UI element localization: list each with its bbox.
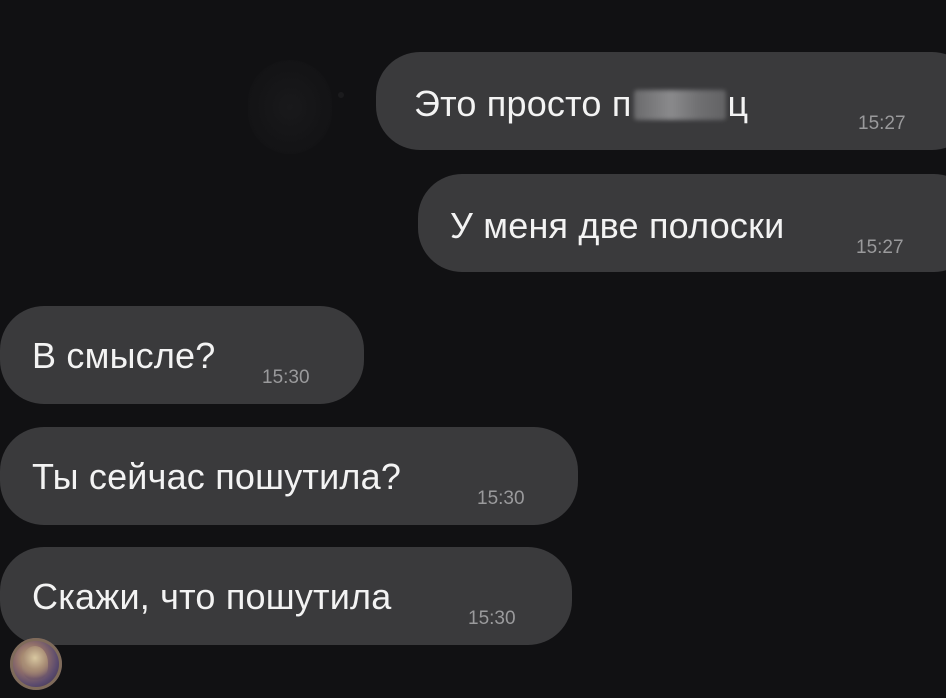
message-incoming[interactable]: В смысле? 15:30 xyxy=(0,306,364,404)
message-text: У меня две полоски xyxy=(450,205,785,246)
message-incoming[interactable]: Скажи, что пошутила 15:30 xyxy=(0,547,572,645)
message-incoming[interactable]: Ты сейчас пошутила? 15:30 xyxy=(0,427,578,525)
message-text: Скажи, что пошутила xyxy=(32,576,392,617)
message-time: 15:30 xyxy=(262,367,310,388)
message-text: Это просто пц xyxy=(414,83,749,124)
message-time: 15:27 xyxy=(858,113,906,134)
message-time: 15:27 xyxy=(856,237,904,258)
avatar xyxy=(248,60,332,154)
message-time: 15:30 xyxy=(477,488,525,509)
status-dot xyxy=(338,92,344,98)
message-time: 15:30 xyxy=(468,608,516,629)
message-outgoing[interactable]: У меня две полоски 15:27 xyxy=(418,174,946,272)
watermark-logo-icon xyxy=(10,638,62,690)
redaction-blur xyxy=(633,90,726,120)
message-text: Ты сейчас пошутила? xyxy=(32,456,402,497)
chat-thread: Это просто пц 15:27 У меня две полоски 1… xyxy=(0,0,946,698)
message-text: В смысле? xyxy=(32,335,216,376)
message-outgoing[interactable]: Это просто пц 15:27 xyxy=(376,52,946,150)
